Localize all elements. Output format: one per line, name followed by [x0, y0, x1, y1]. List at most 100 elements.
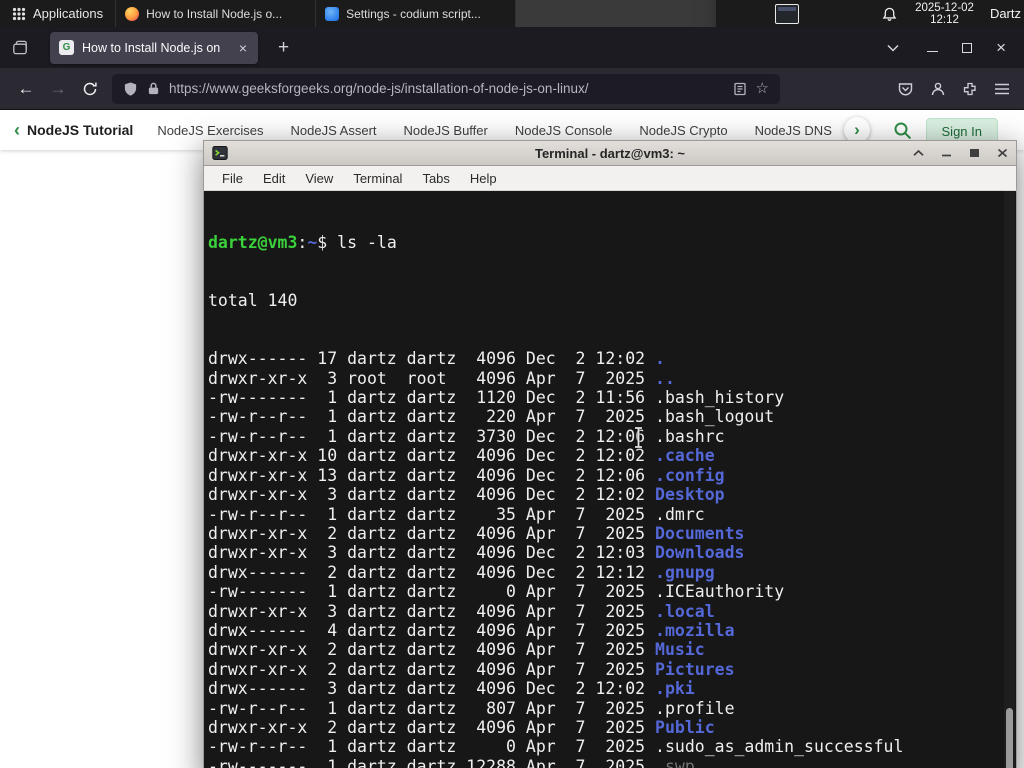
file-name: Pictures: [655, 659, 735, 679]
file-name: .mozilla: [655, 620, 735, 640]
applications-grid-icon: [12, 7, 26, 20]
shade-window-icon[interactable]: [913, 149, 924, 157]
account-icon[interactable]: [930, 81, 946, 97]
search-icon: [894, 122, 912, 140]
terminal-output[interactable]: dartz@vm3:~$ ls -la total 140 drwx------…: [203, 191, 1017, 768]
clock[interactable]: 2025-12-02 12:12: [906, 0, 983, 27]
maximize-window-icon[interactable]: [969, 148, 980, 158]
terminal-ls-lines: drwx------ 17 dartz dartz 4096 Dec 2 12:…: [208, 349, 1016, 768]
terminal-scrollbar[interactable]: [1004, 191, 1015, 768]
gfg-nav-link[interactable]: NodeJS Buffer: [404, 123, 488, 138]
taskbar-button-terminal[interactable]: Terminal - dartz@vm3: ~: [516, 0, 717, 27]
file-name: .dmrc: [655, 504, 705, 524]
notifications-button[interactable]: [873, 0, 906, 27]
extensions-icon[interactable]: [962, 81, 978, 97]
desktop: Applications How to Install Node.js o...…: [0, 0, 1024, 768]
minimize-button[interactable]: [927, 51, 939, 52]
menu-hamburger-icon[interactable]: [994, 82, 1010, 96]
menu-edit[interactable]: Edit: [253, 171, 295, 186]
applications-label: Applications: [33, 6, 104, 21]
top-panel: Applications How to Install Node.js o...…: [0, 0, 1024, 27]
tray-window-icon: [775, 3, 800, 24]
close-window-icon[interactable]: [997, 148, 1008, 158]
tab-close-button[interactable]: ×: [237, 40, 249, 56]
menu-terminal[interactable]: Terminal: [343, 171, 412, 186]
reload-button[interactable]: [74, 81, 106, 97]
file-name: Downloads: [655, 543, 745, 563]
file-name: .sudo_as_admin_successful: [655, 737, 904, 757]
menu-file[interactable]: File: [212, 171, 253, 186]
firefox-icon: [125, 6, 140, 21]
toolbar-actions: [897, 81, 1014, 97]
clock-time: 12:12: [930, 13, 959, 26]
panel-spacer: [806, 0, 873, 27]
pocket-icon[interactable]: [897, 81, 914, 97]
reload-icon: [83, 82, 97, 95]
terminal-line: -rw------- 1 dartz dartz 0 Apr 7 2025 .I…: [208, 582, 785, 602]
url-bar[interactable]: https://www.geeksforgeeks.org/node-js/in…: [112, 73, 780, 104]
gfg-nav-link[interactable]: NodeJS Exercises: [157, 123, 263, 138]
gfg-tutorial-back-link[interactable]: ‹ NodeJS Tutorial: [14, 121, 133, 139]
terminal-window-controls: [913, 148, 1008, 158]
page-favicon: G: [59, 40, 74, 55]
terminal-title: Terminal - dartz@vm3: ~: [534, 145, 686, 161]
window-controls: ×: [909, 39, 1014, 56]
browser-tab[interactable]: G How to Install Node.js on ×: [50, 31, 258, 64]
menu-tabs[interactable]: Tabs: [412, 171, 459, 186]
file-name: .gnupg: [655, 562, 715, 582]
url-text[interactable]: https://www.geeksforgeeks.org/node-js/in…: [169, 81, 724, 96]
maximize-button[interactable]: [962, 42, 973, 53]
file-name: .config: [655, 465, 725, 485]
terminal-scrollbar-thumb[interactable]: [1006, 708, 1013, 768]
gfg-nav-link[interactable]: NodeJS DNS: [755, 123, 832, 138]
tray-window-button[interactable]: [768, 0, 806, 27]
taskbar-button-firefox[interactable]: How to Install Node.js o...: [116, 0, 317, 27]
menu-view[interactable]: View: [295, 171, 343, 186]
tab-title: How to Install Node.js on: [82, 40, 221, 55]
minimize-window-icon[interactable]: [941, 149, 952, 157]
terminal-line: drwx------ 2 dartz dartz 4096 Dec 2 12:1…: [208, 562, 715, 582]
file-name: .pki: [655, 679, 695, 699]
firefox-view-icon: [13, 40, 27, 54]
forward-button[interactable]: →: [42, 79, 74, 99]
prompt-path: ~: [307, 232, 318, 252]
chevron-down-icon: [887, 44, 899, 52]
terminal-line: drwxr-xr-x 2 dartz dartz 4096 Apr 7 2025…: [208, 717, 715, 737]
file-name: .ICEauthority: [655, 582, 785, 602]
file-name: .cache: [655, 446, 715, 466]
gfg-nav-link[interactable]: NodeJS Crypto: [639, 123, 727, 138]
gfg-nav-link[interactable]: NodeJS Console: [515, 123, 613, 138]
file-name: ..: [655, 368, 675, 388]
reader-view-icon[interactable]: [733, 82, 747, 96]
gfg-nav-link[interactable]: NodeJS Assert: [291, 123, 377, 138]
terminal-titlebar[interactable]: Terminal - dartz@vm3: ~: [203, 140, 1017, 166]
applications-menu-button[interactable]: Applications: [0, 0, 117, 27]
menu-help[interactable]: Help: [460, 171, 507, 186]
bookmark-star-icon[interactable]: ☆: [756, 81, 769, 96]
chevron-right-icon: ›: [854, 120, 860, 139]
taskbar-button-codium[interactable]: Settings - codium script...: [316, 0, 517, 27]
file-name: .local: [655, 601, 715, 621]
codium-icon: [325, 6, 340, 21]
terminal-total-line: total 140: [208, 291, 298, 311]
firefox-view-button[interactable]: [12, 40, 28, 56]
terminal-line: drwxr-xr-x 3 dartz dartz 4096 Apr 7 2025…: [208, 601, 715, 621]
taskbar-label: How to Install Node.js o...: [146, 6, 283, 21]
close-button[interactable]: ×: [996, 39, 1006, 56]
terminal-prompt-line: dartz@vm3:~$ ls -la: [208, 232, 397, 252]
ibeam-cursor: [635, 427, 642, 448]
terminal-line: -rw------- 1 dartz dartz 12288 Apr 7 202…: [208, 757, 1016, 768]
terminal-line: drwxr-xr-x 2 dartz dartz 4096 Apr 7 2025…: [208, 523, 745, 543]
back-button[interactable]: ←: [10, 79, 42, 99]
list-all-tabs-button[interactable]: [877, 44, 909, 52]
tab-bar: G How to Install Node.js on × + ×: [0, 27, 1024, 68]
terminal-line: -rw-r--r-- 1 dartz dartz 35 Apr 7 2025 .…: [208, 504, 705, 524]
new-tab-button[interactable]: +: [272, 37, 295, 59]
taskbar-label: Settings - codium script...: [346, 6, 481, 21]
gfg-nav-links: NodeJS Exercises NodeJS Assert NodeJS Bu…: [157, 123, 847, 138]
prompt-user-host: dartz@vm3: [208, 232, 298, 252]
terminal-line: drwxr-xr-x 10 dartz dartz 4096 Dec 2 12:…: [208, 446, 715, 466]
tracking-protection-shield-icon[interactable]: [123, 81, 138, 97]
file-name: .profile: [655, 698, 735, 718]
padlock-icon[interactable]: [147, 81, 160, 96]
